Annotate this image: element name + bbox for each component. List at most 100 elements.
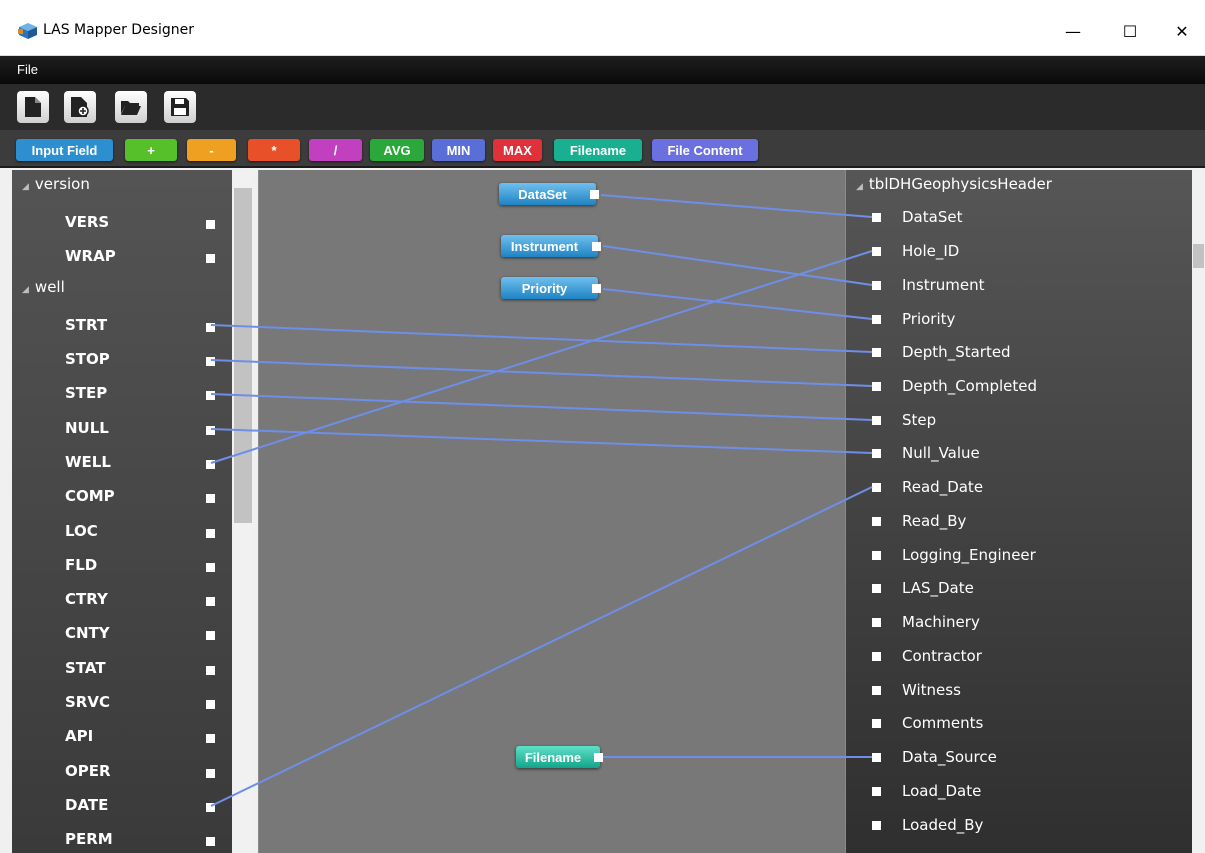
source-port-step[interactable]: [206, 391, 215, 400]
group-version[interactable]: ◢ version: [22, 175, 90, 193]
node-port[interactable]: [594, 753, 603, 762]
scrollbar-thumb[interactable]: [234, 188, 252, 523]
node-priority[interactable]: Priority: [501, 277, 601, 299]
target-port-step[interactable]: [872, 416, 881, 425]
target-field-step: Step: [902, 411, 937, 429]
minimize-button[interactable]: —: [1050, 16, 1096, 46]
multiply-operator-button[interactable]: *: [248, 139, 300, 161]
target-port-load-date[interactable]: [872, 787, 881, 796]
new-file-button[interactable]: [17, 91, 49, 123]
input-field-button[interactable]: Input Field: [16, 139, 113, 161]
add-file-button[interactable]: [64, 91, 96, 123]
filename-button[interactable]: Filename: [554, 139, 642, 161]
source-port-wrap[interactable]: [206, 254, 215, 263]
node-instrument[interactable]: Instrument: [501, 235, 601, 257]
target-port-read-by[interactable]: [872, 517, 881, 526]
target-port-loaded-by[interactable]: [872, 821, 881, 830]
avg-operator-button[interactable]: AVG: [370, 139, 424, 161]
target-field-las-date: LAS_Date: [902, 579, 974, 597]
node-label: Priority: [521, 280, 568, 296]
source-port-well[interactable]: [206, 460, 215, 469]
source-field-stat: STAT: [65, 659, 106, 677]
target-port-dataset[interactable]: [872, 213, 881, 222]
node-filename[interactable]: Filename: [516, 746, 603, 768]
target-field-load-date: Load_Date: [902, 782, 982, 800]
target-field-comments: Comments: [902, 714, 984, 732]
source-port-stop[interactable]: [206, 357, 215, 366]
maximize-button[interactable]: ☐: [1107, 16, 1153, 46]
source-port-stat[interactable]: [206, 666, 215, 675]
source-port-cnty[interactable]: [206, 631, 215, 640]
target-port-logging-engineer[interactable]: [872, 551, 881, 560]
source-port-srvc[interactable]: [206, 700, 215, 709]
app-cube-icon: [18, 23, 37, 39]
target-table-header[interactable]: ◢ tblDHGeophysicsHeader: [856, 175, 1052, 193]
source-port-comp[interactable]: [206, 494, 215, 503]
menu-file[interactable]: File: [17, 62, 38, 77]
source-field-well: WELL: [65, 453, 111, 471]
source-port-perm[interactable]: [206, 837, 215, 846]
source-port-api[interactable]: [206, 734, 215, 743]
target-port-comments[interactable]: [872, 719, 881, 728]
window-title: LAS Mapper Designer: [43, 22, 194, 38]
target-port-machinery[interactable]: [872, 618, 881, 627]
target-port-witness[interactable]: [872, 686, 881, 695]
target-tree: ◢ tblDHGeophysicsHeader DataSet Hole_ID I…: [846, 170, 1192, 853]
max-operator-button[interactable]: MAX: [493, 139, 542, 161]
target-scrollbar[interactable]: [1192, 170, 1205, 853]
source-port-oper[interactable]: [206, 769, 215, 778]
source-field-perm: PERM: [65, 830, 113, 848]
menu-bar: File: [0, 56, 1205, 84]
source-field-comp: COMP: [65, 487, 115, 505]
target-port-data-source[interactable]: [872, 753, 881, 762]
target-field-null-value: Null_Value: [902, 444, 980, 462]
target-port-priority[interactable]: [872, 315, 881, 324]
target-field-instrument: Instrument: [902, 276, 985, 294]
source-port-strt[interactable]: [206, 323, 215, 332]
node-dataset[interactable]: DataSet: [499, 183, 599, 205]
save-button[interactable]: [164, 91, 196, 123]
target-port-depth-started[interactable]: [872, 348, 881, 357]
open-button[interactable]: [115, 91, 147, 123]
group-well[interactable]: ◢ well: [22, 278, 65, 296]
source-field-step: STEP: [65, 384, 108, 402]
target-port-null-value[interactable]: [872, 449, 881, 458]
target-field-contractor: Contractor: [902, 647, 982, 665]
source-port-vers[interactable]: [206, 220, 215, 229]
source-scrollbar[interactable]: [232, 170, 254, 853]
target-field-witness: Witness: [902, 681, 961, 699]
target-port-instrument[interactable]: [872, 281, 881, 290]
target-field-machinery: Machinery: [902, 613, 980, 631]
subtract-operator-button[interactable]: -: [187, 139, 236, 161]
target-field-priority: Priority: [902, 310, 956, 328]
min-operator-button[interactable]: MIN: [432, 139, 485, 161]
group-label: well: [34, 278, 65, 296]
target-port-contractor[interactable]: [872, 652, 881, 661]
source-field-cnty: CNTY: [65, 624, 110, 642]
target-port-read-date[interactable]: [872, 483, 881, 492]
source-port-loc[interactable]: [206, 529, 215, 538]
add-operator-button[interactable]: +: [125, 139, 177, 161]
close-button[interactable]: ✕: [1159, 16, 1205, 46]
source-port-date[interactable]: [206, 803, 215, 812]
node-port[interactable]: [592, 242, 601, 251]
divide-operator-button[interactable]: /: [309, 139, 362, 161]
source-port-null[interactable]: [206, 426, 215, 435]
node-port[interactable]: [590, 190, 599, 199]
target-field-hole-id: Hole_ID: [902, 242, 960, 260]
target-field-depth-started: Depth_Started: [902, 343, 1011, 361]
source-field-wrap: WRAP: [65, 247, 116, 265]
scrollbar-thumb[interactable]: [1193, 244, 1204, 268]
source-field-stop: STOP: [65, 350, 110, 368]
source-field-srvc: SRVC: [65, 693, 110, 711]
target-port-las-date[interactable]: [872, 584, 881, 593]
target-port-hole-id[interactable]: [872, 247, 881, 256]
mapping-canvas[interactable]: DataSet Instrument Priority Filename: [258, 170, 846, 853]
save-icon: [171, 98, 189, 116]
source-port-ctry[interactable]: [206, 597, 215, 606]
file-content-button[interactable]: File Content: [652, 139, 758, 161]
node-port[interactable]: [592, 284, 601, 293]
add-file-icon: [71, 97, 89, 117]
target-port-depth-completed[interactable]: [872, 382, 881, 391]
source-port-fld[interactable]: [206, 563, 215, 572]
